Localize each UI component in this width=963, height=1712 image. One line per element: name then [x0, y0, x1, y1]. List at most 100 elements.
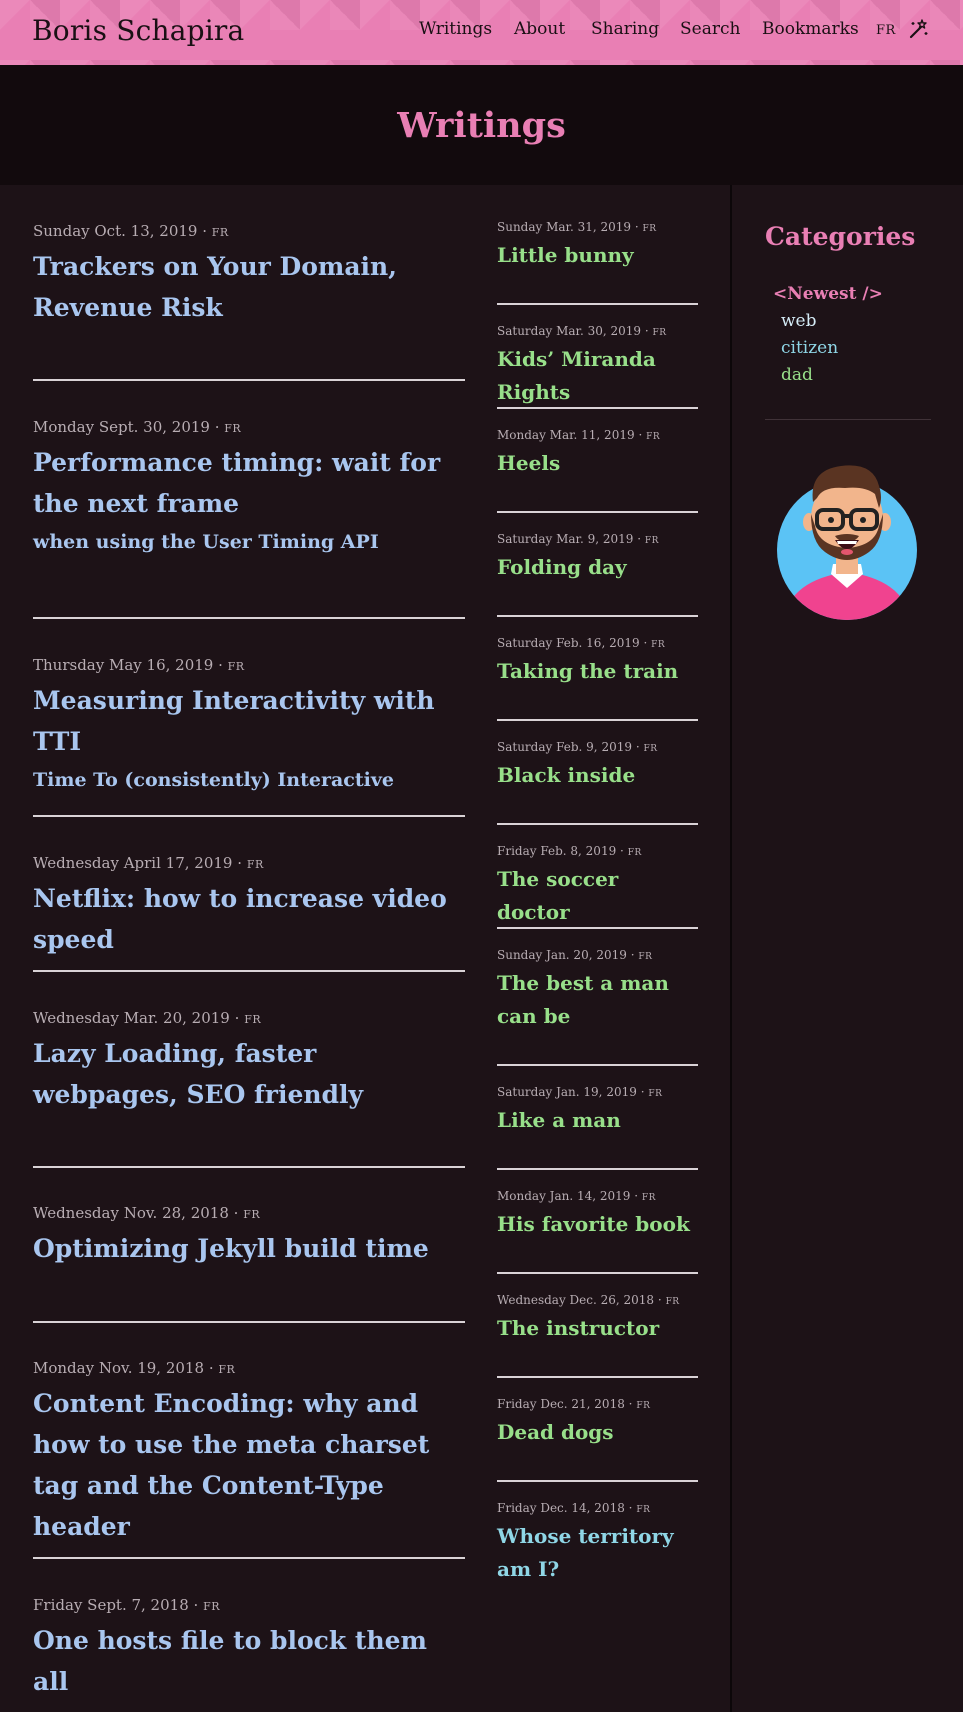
post-meta: Friday Feb. 8, 2019 · FR: [497, 844, 697, 858]
side-post: Sunday Jan. 20, 2019 · FR The best a man…: [497, 948, 697, 1033]
post-title-link[interactable]: Kids’ Miranda Rights: [497, 343, 697, 409]
post-lang-link[interactable]: FR: [212, 226, 229, 239]
site-header: Boris Schapira Writings About Sharing Se…: [0, 0, 963, 65]
nav-language-fr[interactable]: FR: [876, 23, 896, 38]
category-web[interactable]: web: [781, 311, 817, 331]
post-date: Saturday Feb. 16, 2019: [497, 636, 640, 650]
post-lang-link[interactable]: FR: [642, 1193, 656, 1203]
post-title-link[interactable]: Lazy Loading, faster webpages, SEO frien…: [33, 1033, 465, 1115]
post-title-link[interactable]: The best a man can be: [497, 967, 697, 1033]
post-title-link[interactable]: Netflix: how to increase video speed: [33, 878, 465, 960]
meta-separator: ·: [202, 222, 208, 240]
post-meta: Friday Dec. 14, 2018 · FR: [497, 1501, 697, 1515]
post-meta: Saturday Mar. 9, 2019 · FR: [497, 532, 697, 546]
post-lang-link[interactable]: FR: [643, 744, 657, 754]
post-divider: [497, 1272, 698, 1274]
post-divider: [33, 617, 465, 619]
post-lang-link[interactable]: FR: [645, 536, 659, 546]
post-date: Friday Dec. 14, 2018: [497, 1501, 625, 1515]
categories-title: Categories: [765, 222, 916, 251]
meta-separator: ·: [644, 324, 649, 338]
side-post: Friday Dec. 14, 2018 · FR Whose territor…: [497, 1501, 697, 1586]
post-divider: [33, 1557, 465, 1559]
nav-bookmarks[interactable]: Bookmarks: [762, 19, 859, 39]
post-meta: Thursday May 16, 2019 · FR: [33, 656, 465, 674]
meta-separator: ·: [628, 1397, 633, 1411]
post-subtitle: Time To (consistently) Interactive: [33, 769, 394, 791]
post-meta: Saturday Feb. 9, 2019 · FR: [497, 740, 697, 754]
magic-wand-icon[interactable]: [907, 18, 929, 40]
post-lang-link[interactable]: FR: [636, 1401, 650, 1411]
post-title-link[interactable]: Measuring Interactivity with TTI: [33, 680, 465, 762]
post-subtitle: when using the User Timing API: [33, 531, 379, 553]
main-post: Wednesday April 17, 2019 · FR Netflix: h…: [33, 854, 465, 960]
post-lang-link[interactable]: FR: [653, 328, 667, 338]
post-lang-link[interactable]: FR: [638, 952, 652, 962]
main-post: Monday Nov. 19, 2018 · FR Content Encodi…: [33, 1359, 465, 1547]
post-lang-link[interactable]: FR: [666, 1297, 680, 1307]
post-date: Monday Mar. 11, 2019: [497, 428, 635, 442]
post-lang-link[interactable]: FR: [228, 660, 245, 673]
post-lang-link[interactable]: FR: [218, 1363, 235, 1376]
post-meta: Sunday Oct. 13, 2019 · FR: [33, 222, 465, 240]
post-meta: Monday Mar. 11, 2019 · FR: [497, 428, 697, 442]
nav-search[interactable]: Search: [680, 19, 740, 39]
meta-separator: ·: [233, 1204, 239, 1222]
post-title-link[interactable]: Whose territory am I?: [497, 1520, 697, 1586]
post-title-link[interactable]: Taking the train: [497, 655, 697, 688]
post-date: Friday Sept. 7, 2018: [33, 1596, 189, 1614]
post-title-link[interactable]: Dead dogs: [497, 1416, 697, 1449]
post-divider: [33, 1166, 465, 1168]
post-title-link[interactable]: Black inside: [497, 759, 697, 792]
post-date: Wednesday Mar. 20, 2019: [33, 1009, 230, 1027]
post-meta: Wednesday Dec. 26, 2018 · FR: [497, 1293, 697, 1307]
post-divider: [497, 719, 698, 721]
post-title-link[interactable]: His favorite book: [497, 1208, 697, 1241]
post-lang-link[interactable]: FR: [646, 432, 660, 442]
post-lang-link[interactable]: FR: [651, 640, 665, 650]
post-title-link[interactable]: Performance timing: wait for the next fr…: [33, 442, 465, 524]
post-meta: Friday Dec. 21, 2018 · FR: [497, 1397, 697, 1411]
post-divider: [497, 1480, 698, 1482]
category-newest[interactable]: <Newest />: [773, 284, 883, 304]
post-title-link[interactable]: Folding day: [497, 551, 697, 584]
post-title-link[interactable]: One hosts file to block them all: [33, 1620, 465, 1702]
post-title-link[interactable]: The instructor: [497, 1312, 697, 1345]
meta-separator: ·: [193, 1596, 199, 1614]
category-dad[interactable]: dad: [781, 365, 813, 385]
side-post: Saturday Feb. 9, 2019 · FR Black inside: [497, 740, 697, 792]
nav-writings[interactable]: Writings: [419, 19, 492, 39]
post-lang-link[interactable]: FR: [247, 858, 264, 871]
nav-about[interactable]: About: [514, 19, 565, 39]
meta-separator: ·: [637, 532, 642, 546]
post-lang-link[interactable]: FR: [243, 1208, 260, 1221]
post-lang-link[interactable]: FR: [648, 1089, 662, 1099]
post-date: Monday Nov. 19, 2018: [33, 1359, 205, 1377]
post-title-link[interactable]: Little bunny: [497, 239, 697, 272]
post-divider: [33, 815, 465, 817]
post-divider: [497, 1168, 698, 1170]
meta-separator: ·: [218, 656, 223, 674]
side-post: Wednesday Dec. 26, 2018 · FR The instruc…: [497, 1293, 697, 1345]
post-divider: [33, 970, 465, 972]
meta-separator: ·: [628, 1501, 633, 1515]
post-lang-link[interactable]: FR: [203, 1600, 220, 1613]
post-title-link[interactable]: Like a man: [497, 1104, 697, 1137]
post-lang-link[interactable]: FR: [636, 1505, 650, 1515]
post-title-link[interactable]: Content Encoding: why and how to use the…: [33, 1383, 465, 1547]
post-title-link[interactable]: The soccer doctor: [497, 863, 697, 929]
category-citizen[interactable]: citizen: [781, 338, 838, 358]
post-meta: Wednesday April 17, 2019 · FR: [33, 854, 465, 872]
post-date: Monday Jan. 14, 2019: [497, 1189, 631, 1203]
post-title-link[interactable]: Optimizing Jekyll build time: [33, 1228, 465, 1269]
post-meta: Sunday Jan. 20, 2019 · FR: [497, 948, 697, 962]
post-lang-link[interactable]: FR: [224, 422, 241, 435]
post-title-link[interactable]: Trackers on Your Domain, Revenue Risk: [33, 246, 465, 328]
post-lang-link[interactable]: FR: [643, 224, 657, 234]
post-lang-link[interactable]: FR: [628, 848, 642, 858]
main-post: Wednesday Nov. 28, 2018 · FR Optimizing …: [33, 1204, 465, 1269]
post-title-link[interactable]: Heels: [497, 447, 697, 480]
post-lang-link[interactable]: FR: [244, 1013, 261, 1026]
nav-sharing[interactable]: Sharing: [591, 19, 659, 39]
post-date: Saturday Jan. 19, 2019: [497, 1085, 637, 1099]
